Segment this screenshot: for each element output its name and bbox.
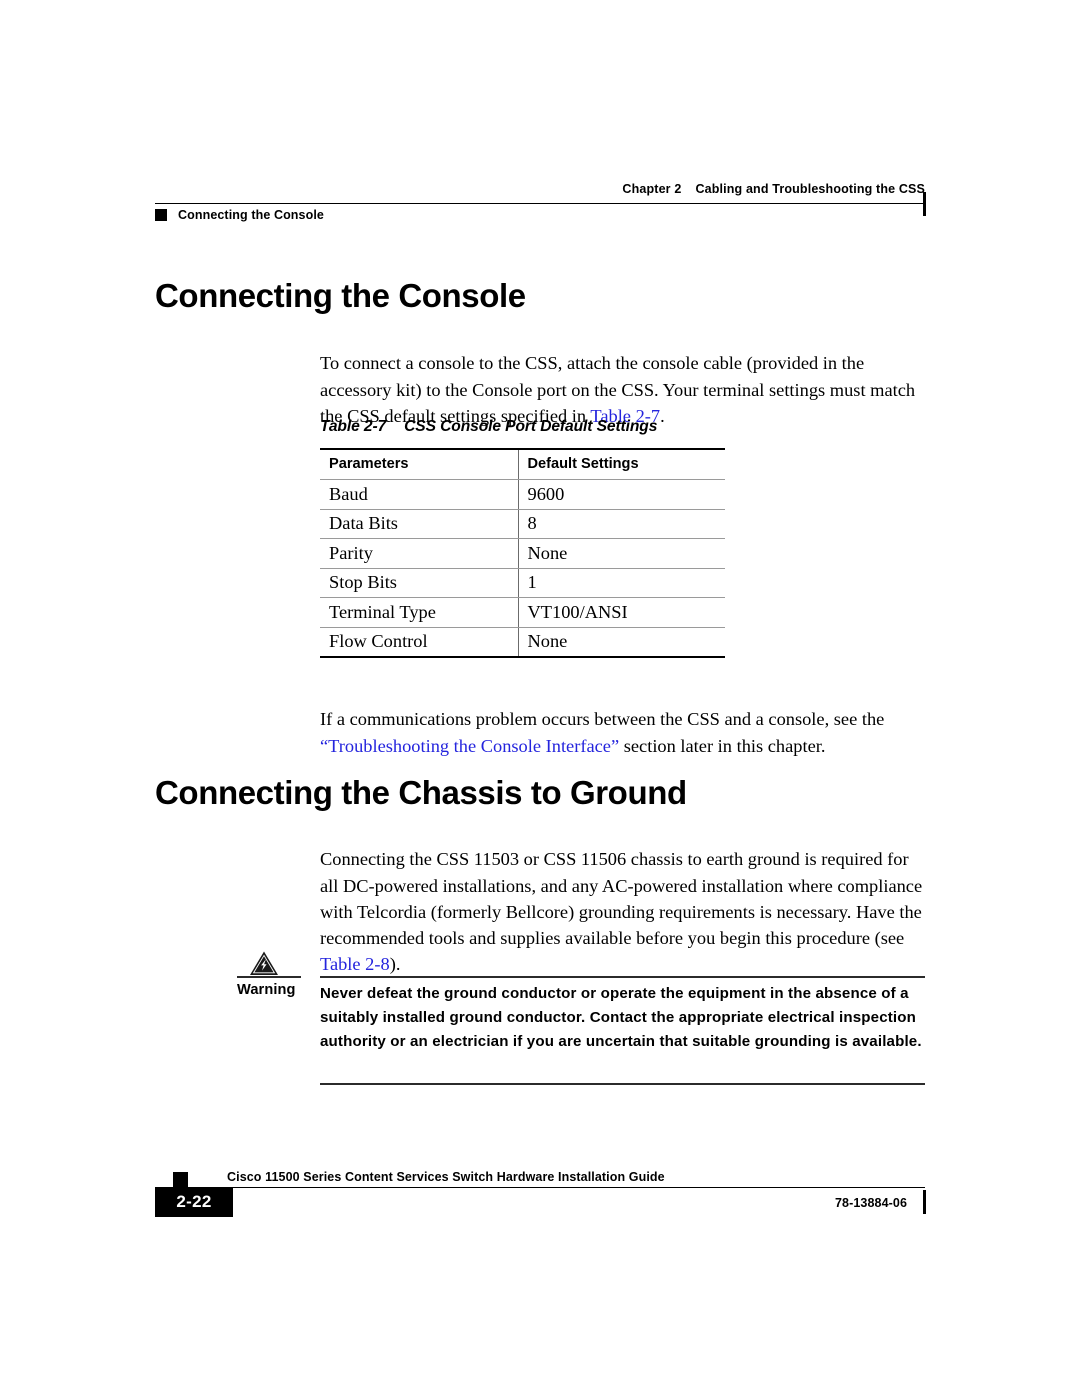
- table-column-header-default-settings: Default Settings: [517, 448, 725, 480]
- table-caption: Table 2-7 CSS Console Port Default Settin…: [320, 418, 725, 436]
- table-cell-value: 1: [517, 568, 725, 598]
- table-cell-parameter: Terminal Type: [320, 597, 518, 628]
- table-row: Terminal Type VT100/ANSI: [320, 597, 725, 628]
- paragraph-xref-text-2: section later in this chapter.: [619, 735, 826, 756]
- table-cell-parameter: Stop Bits: [320, 568, 518, 598]
- table-cell-value: VT100/ANSI: [517, 597, 725, 628]
- table-cell-parameter: Parity: [320, 538, 518, 569]
- table-row: Flow Control None: [320, 627, 725, 658]
- xref-troubleshooting-the-console-interface[interactable]: “Troubleshooting the Console Interface”: [320, 736, 619, 756]
- page-title-connecting-the-chassis-to-ground: Connecting the Chassis to Ground: [155, 774, 687, 811]
- table-cell-value: None: [517, 538, 725, 569]
- footer-document-number: 78-13884-06: [835, 1196, 907, 1210]
- table-block-2-7: Table 2-7 CSS Console Port Default Settin…: [320, 418, 725, 658]
- xref-table-2-8[interactable]: Table 2-8: [320, 954, 390, 974]
- warning-icon-rule: [237, 976, 301, 978]
- table-cell-parameter: Flow Control: [320, 627, 518, 658]
- table-caption-title: CSS Console Port Default Settings: [404, 418, 658, 435]
- table-cell-value: 9600: [517, 479, 725, 510]
- table-cell-parameter: Baud: [320, 479, 518, 510]
- footer-rule: [173, 1187, 925, 1189]
- footer-edge-tick: [923, 1190, 926, 1214]
- paragraph-ground-text-1: Connecting the CSS 11503 or CSS 11506 ch…: [320, 849, 923, 948]
- table-cell-value: None: [517, 627, 725, 658]
- table-row: Stop Bits 1: [320, 568, 725, 598]
- header-running-section: Connecting the Console: [155, 208, 324, 222]
- paragraph-ground-text-2: ).: [389, 954, 401, 975]
- header-chapter-line: Chapter 2 Cabling and Troubleshooting the…: [155, 182, 926, 216]
- paragraph-troubleshooting-xref: If a communications problem occurs betwe…: [320, 706, 930, 758]
- header-running-section-label: Connecting the Console: [178, 208, 324, 222]
- header-bullet-square: [155, 209, 167, 221]
- warning-label: Warning: [237, 982, 296, 998]
- paragraph-ground-intro: Connecting the CSS 11503 or CSS 11506 ch…: [320, 846, 930, 977]
- table-row: Parity None: [320, 538, 725, 569]
- header-chapter-label: Chapter 2: [622, 182, 682, 196]
- table-row: Data Bits 8: [320, 509, 725, 539]
- header-chapter-title: Cabling and Troubleshooting the CSS: [695, 182, 925, 196]
- page-header: Chapter 2 Cabling and Troubleshooting the…: [155, 182, 926, 222]
- header-rule: [155, 203, 925, 205]
- page-footer: Cisco 11500 Series Content Services Swit…: [155, 1170, 926, 1242]
- footer-bullet-square: [173, 1172, 188, 1187]
- page-title-connecting-the-console: Connecting the Console: [155, 277, 526, 314]
- footer-document-title: Cisco 11500 Series Content Services Swit…: [227, 1170, 665, 1184]
- table-row: Baud 9600: [320, 479, 725, 510]
- table-caption-number: Table 2-7: [320, 418, 387, 435]
- warning-text: Never defeat the ground conductor or ope…: [320, 985, 922, 1050]
- warning-top-rule: [320, 976, 925, 978]
- table-header-row: Parameters Default Settings: [320, 448, 725, 480]
- table-console-default-settings: Parameters Default Settings Baud 9600 Da…: [320, 448, 725, 658]
- paragraph-xref-text-1: If a communications problem occurs betwe…: [320, 709, 885, 730]
- table-column-header-parameters: Parameters: [320, 448, 518, 480]
- table-cell-value: 8: [517, 509, 725, 539]
- warning-lightning-triangle-icon: [249, 950, 293, 976]
- table-cell-parameter: Data Bits: [320, 509, 518, 539]
- warning-bottom-rule: [320, 1083, 925, 1085]
- footer-page-number: 2-22: [155, 1187, 233, 1217]
- table-body: Baud 9600 Data Bits 8 Parity None Stop B…: [320, 479, 725, 658]
- document-page: Chapter 2 Cabling and Troubleshooting the…: [0, 0, 1080, 1397]
